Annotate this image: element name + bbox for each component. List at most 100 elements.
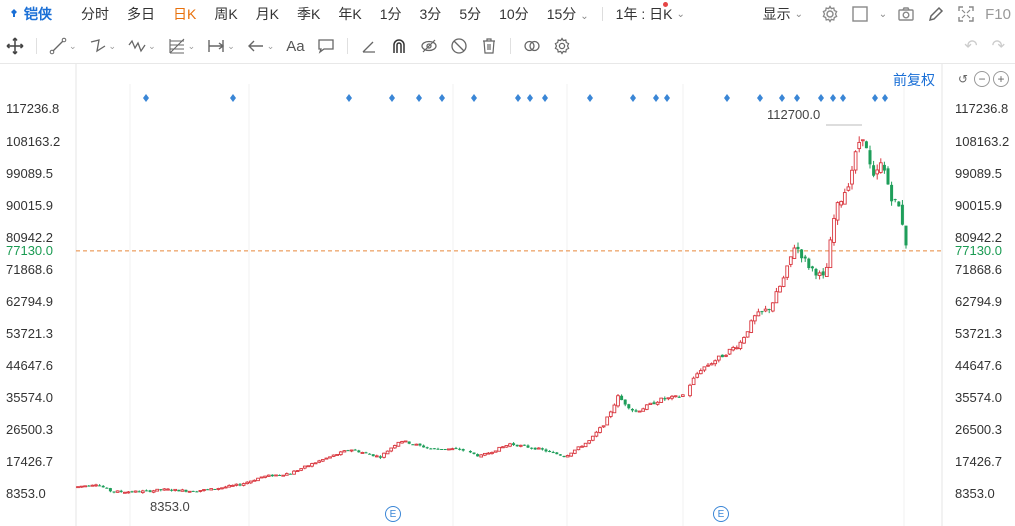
display-dropdown[interactable]: 显示 ⌄: [763, 4, 809, 24]
candle-body: [533, 447, 537, 450]
candle-body: [122, 491, 127, 494]
candle-body: [752, 315, 757, 322]
separator: [346, 38, 348, 54]
f10-button[interactable]: F10: [981, 0, 1015, 28]
tab-period[interactable]: 季K: [288, 4, 329, 24]
wave-tool[interactable]: ⌄: [122, 31, 162, 61]
candle-body: [627, 404, 631, 409]
candle-body: [450, 448, 455, 451]
tab-period[interactable]: 多日: [118, 4, 164, 24]
zoom-out-icon[interactable]: −: [974, 71, 990, 87]
y-axis-label: 117236.8: [955, 101, 1009, 116]
candle-body: [774, 291, 779, 304]
candle-body: [425, 447, 429, 449]
candle-body: [846, 186, 851, 191]
candle-body: [839, 200, 844, 206]
settings-icon[interactable]: [815, 0, 845, 28]
candle-body: [680, 394, 685, 397]
candle-body: [630, 408, 634, 411]
tab-period[interactable]: 分时: [72, 4, 118, 24]
dropdown-chevron-icon[interactable]: ⌄: [875, 0, 891, 28]
tab-period[interactable]: 月K: [247, 4, 288, 24]
toolbar-settings[interactable]: [547, 31, 577, 61]
candle-body: [644, 404, 649, 410]
candle-body: [338, 451, 343, 456]
candle-body: [360, 452, 365, 454]
move-icon: [6, 37, 24, 55]
candle-body: [583, 442, 588, 448]
tab-period[interactable]: 15分 ⌄: [538, 4, 598, 24]
candle-body: [727, 348, 732, 355]
crosshair-move-tool[interactable]: [0, 31, 30, 61]
candle-body: [195, 491, 199, 493]
candle-body: [148, 490, 152, 492]
text-tool[interactable]: Aa: [280, 31, 310, 61]
wave-pattern-icon: [128, 39, 146, 53]
candle-body: [500, 446, 505, 449]
event-diamond-marker: [439, 94, 445, 102]
magnet-icon: [392, 39, 405, 53]
candle-body: [144, 490, 148, 492]
tab-period[interactable]: 年K: [329, 4, 370, 24]
price-adjust-button[interactable]: 前复权: [893, 70, 935, 90]
reset-icon[interactable]: ↺: [955, 71, 971, 87]
polyline-tool[interactable]: ⌄: [83, 31, 123, 61]
ruler-tool[interactable]: [354, 31, 384, 61]
candle-body: [587, 440, 592, 444]
candle-body: [443, 449, 447, 451]
comment-tool[interactable]: [311, 31, 341, 61]
event-diamond-marker: [515, 94, 521, 102]
candle-body: [79, 485, 84, 488]
fibonacci-tool[interactable]: ⌄: [162, 31, 202, 61]
magnet-tool[interactable]: [384, 31, 414, 61]
candle-body: [90, 484, 95, 487]
tab-period[interactable]: 1分: [371, 4, 411, 24]
hide-drawings-tool[interactable]: [414, 31, 444, 61]
line-tool[interactable]: ⌄: [43, 31, 83, 61]
tab-period[interactable]: 3分: [411, 4, 451, 24]
event-diamond-marker: [664, 94, 670, 102]
candle-body: [792, 247, 797, 259]
candle-body: [482, 452, 487, 456]
stock-name[interactable]: 铠侠: [0, 4, 72, 24]
candle-body: [872, 165, 876, 176]
candle-body: [882, 164, 886, 171]
candle-body: [526, 445, 530, 448]
candle-body: [652, 402, 656, 405]
undo-icon[interactable]: ↶: [964, 36, 977, 56]
redo-icon[interactable]: ↷: [992, 36, 1005, 56]
checkbox-icon[interactable]: [845, 0, 875, 28]
tab-period[interactable]: 日K: [164, 4, 205, 24]
pen-icon[interactable]: [921, 0, 951, 28]
zoom-in-icon[interactable]: +: [993, 71, 1009, 87]
candle-body: [440, 448, 444, 450]
chevron-down-icon: ⌄: [108, 40, 117, 51]
delete-drawings-tool[interactable]: [474, 31, 504, 61]
arrow-tool[interactable]: ⌄: [241, 31, 281, 61]
candle-body: [184, 489, 188, 492]
candle-body: [490, 451, 494, 455]
candle-body: [213, 488, 217, 490]
tab-period[interactable]: 5分: [450, 4, 490, 24]
compare-tool[interactable]: [517, 31, 547, 61]
candle-body: [875, 169, 880, 175]
kline-chart[interactable]: [0, 64, 1015, 526]
camera-icon[interactable]: [891, 0, 921, 28]
tab-period[interactable]: 周K: [205, 4, 246, 24]
kline-chart-svg[interactable]: [0, 64, 1015, 526]
fullscreen-icon[interactable]: [951, 0, 981, 28]
candle-body: [842, 192, 847, 205]
candle-body: [637, 410, 642, 413]
range-selector[interactable]: 1年 : 日K ⌄: [607, 4, 694, 24]
candle-body: [446, 448, 451, 451]
y-axis-label: 108163.2: [955, 134, 1010, 149]
event-marker-icon[interactable]: E: [385, 506, 401, 522]
candle-body: [403, 440, 408, 443]
y-axis-label: 8353.0: [955, 486, 995, 501]
candle-body: [223, 486, 228, 489]
range-measure-tool[interactable]: ⌄: [201, 31, 241, 61]
lock-drawings-tool[interactable]: [444, 31, 474, 61]
event-marker-icon[interactable]: E: [713, 506, 729, 522]
tab-period[interactable]: 10分: [490, 4, 538, 24]
candle-body: [781, 277, 786, 287]
